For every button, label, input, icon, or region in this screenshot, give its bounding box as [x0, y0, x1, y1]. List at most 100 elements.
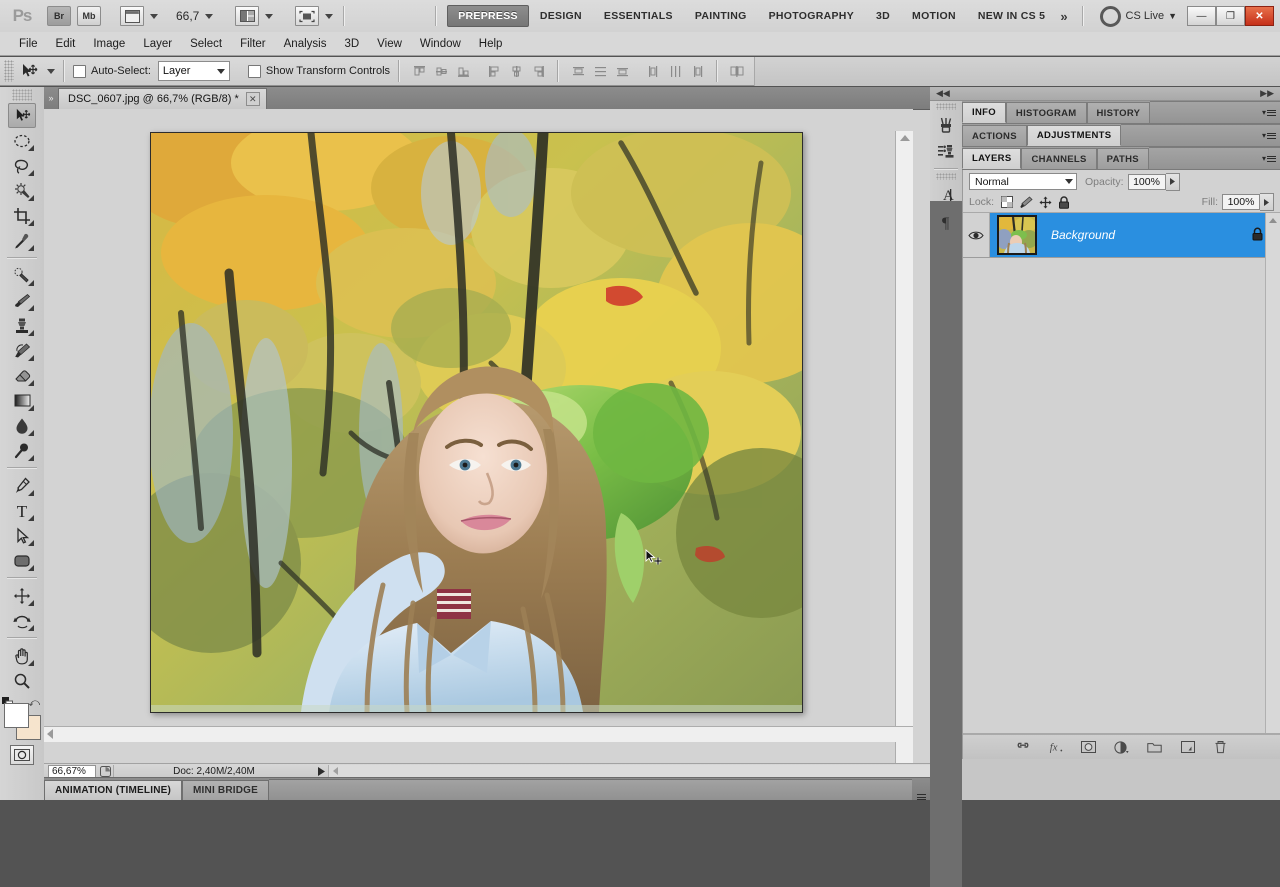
eraser-tool[interactable]	[8, 363, 36, 388]
clone-stamp-tool[interactable]	[8, 313, 36, 338]
menu-file[interactable]: File	[10, 35, 47, 53]
align-left-edges-icon[interactable]	[484, 61, 504, 81]
status-scroll-left-icon[interactable]	[333, 767, 338, 775]
tab-actions[interactable]: ACTIONS	[962, 125, 1027, 146]
layer-visibility-toggle[interactable]	[963, 213, 990, 257]
tab-histogram[interactable]: HISTOGRAM	[1005, 102, 1087, 123]
menu-select[interactable]: Select	[181, 35, 231, 53]
align-bottom-edges-icon[interactable]	[453, 61, 473, 81]
workspace-design[interactable]: DESIGN	[529, 5, 593, 27]
minimize-button[interactable]: —	[1187, 6, 1216, 26]
blur-tool[interactable]	[8, 413, 36, 438]
menu-image[interactable]: Image	[84, 35, 134, 53]
layers-list[interactable]: Background	[963, 213, 1280, 734]
image-canvas[interactable]	[150, 132, 803, 713]
lock-position-icon[interactable]	[1037, 194, 1053, 210]
workspace-new-in-cs5[interactable]: NEW IN CS 5	[967, 5, 1056, 27]
auto-align-layers-icon[interactable]	[727, 61, 747, 81]
show-transform-checkbox[interactable]	[247, 64, 261, 78]
opacity-value[interactable]: 100%	[1127, 173, 1166, 190]
scroll-left-arrow-icon[interactable]	[47, 729, 53, 739]
bottom-panel-menu-icon[interactable]	[912, 794, 930, 800]
align-right-edges-icon[interactable]	[528, 61, 548, 81]
3d-object-rotate-tool[interactable]	[8, 583, 36, 608]
tab-layers[interactable]: LAYERS	[962, 148, 1022, 169]
canvas-horizontal-scrollbar[interactable]	[44, 726, 913, 742]
fill-value[interactable]: 100%	[1222, 194, 1260, 210]
auto-select-scope-select[interactable]: Layer	[157, 61, 230, 81]
gradient-tool[interactable]	[8, 388, 36, 413]
tab-adjustments[interactable]: ADJUSTMENTS	[1026, 125, 1122, 146]
canvas-viewport[interactable]	[44, 109, 913, 778]
dodge-tool[interactable]	[8, 438, 36, 463]
distribute-top-edges-icon[interactable]	[568, 61, 588, 81]
dock-collapse-left-icon[interactable]: ◀◀	[936, 88, 950, 99]
link-layers-icon[interactable]	[1015, 739, 1031, 755]
character-panel-icon[interactable]: A	[933, 182, 959, 208]
scroll-up-arrow-icon[interactable]	[899, 135, 910, 141]
move-tool-icon[interactable]	[17, 61, 41, 81]
menu-3d[interactable]: 3D	[335, 35, 368, 53]
lock-image-pixels-icon[interactable]	[1018, 194, 1034, 210]
workspace-motion[interactable]: MOTION	[901, 5, 967, 27]
zoom-tool[interactable]	[8, 668, 36, 693]
hand-tool[interactable]	[8, 643, 36, 668]
restore-button[interactable]: ❐	[1216, 6, 1245, 26]
rounded-rectangle-tool[interactable]	[8, 548, 36, 573]
cs-live-button[interactable]: CS Live ▼	[1099, 5, 1177, 27]
spot-healing-brush-tool[interactable]	[8, 263, 36, 288]
eyedropper-tool[interactable]	[8, 228, 36, 253]
lasso-tool[interactable]	[8, 153, 36, 178]
brush-panel-icon[interactable]	[933, 112, 959, 138]
workspace-painting[interactable]: PAINTING	[684, 5, 758, 27]
tab-mini-bridge[interactable]: MINI BRIDGE	[182, 780, 270, 800]
close-button[interactable]: ✕	[1245, 6, 1274, 26]
horizontal-type-tool[interactable]: T	[8, 498, 36, 523]
tab-channels[interactable]: CHANNELS	[1021, 148, 1097, 169]
new-group-icon[interactable]	[1147, 739, 1163, 755]
workspace-essentials[interactable]: ESSENTIALS	[593, 5, 684, 27]
icon-dock-gripper[interactable]	[936, 103, 956, 110]
move-tool[interactable]	[8, 103, 36, 128]
brush-tool[interactable]	[8, 288, 36, 313]
tab-animation-timeline[interactable]: ANIMATION (TIMELINE)	[44, 780, 183, 800]
distribute-bottom-edges-icon[interactable]	[612, 61, 632, 81]
dock-expand-right-icon[interactable]: ▶▶	[1260, 88, 1274, 99]
align-vertical-centers-icon[interactable]	[431, 61, 451, 81]
layers-panel-menu-icon[interactable]: ▾	[1258, 147, 1280, 169]
add-layer-style-icon[interactable]: fx	[1048, 739, 1064, 755]
3d-camera-rotate-tool[interactable]	[8, 608, 36, 633]
delete-layer-icon[interactable]	[1213, 739, 1229, 755]
table-row[interactable]: Background	[963, 213, 1280, 733]
view-extras-caret-icon[interactable]	[150, 13, 158, 19]
tab-paths[interactable]: PATHS	[1096, 148, 1149, 169]
icon-dock-gripper-2[interactable]	[936, 173, 956, 180]
zoom-level-value[interactable]: 66,7	[176, 9, 199, 23]
swap-colors-icon[interactable]: ⤺	[28, 697, 40, 710]
lock-transparent-pixels-icon[interactable]	[999, 194, 1015, 210]
menu-edit[interactable]: Edit	[47, 35, 85, 53]
pen-tool[interactable]	[8, 473, 36, 498]
document-tab-close-icon[interactable]: ✕	[245, 92, 260, 106]
canvas-vertical-scrollbar[interactable]	[895, 131, 913, 778]
options-bar-gripper[interactable]	[4, 60, 14, 82]
status-preview-icon[interactable]	[98, 765, 113, 777]
crop-tool[interactable]	[8, 203, 36, 228]
fill-slider-arrow-icon[interactable]	[1260, 193, 1274, 211]
layer-name[interactable]: Background	[1051, 228, 1115, 242]
elliptical-marquee-tool[interactable]	[8, 128, 36, 153]
distribute-vertical-centers-icon[interactable]	[590, 61, 610, 81]
menu-layer[interactable]: Layer	[134, 35, 181, 53]
new-layer-icon[interactable]	[1180, 739, 1196, 755]
path-selection-tool[interactable]	[8, 523, 36, 548]
auto-select-checkbox[interactable]	[73, 64, 86, 78]
clone-source-panel-icon[interactable]	[933, 139, 959, 165]
menu-window[interactable]: Window	[411, 35, 470, 53]
arrange-documents-caret-icon[interactable]	[265, 13, 274, 19]
opacity-slider-arrow-icon[interactable]	[1165, 172, 1180, 191]
screen-mode-icon[interactable]	[295, 6, 320, 26]
add-layer-mask-icon[interactable]	[1081, 739, 1097, 755]
mini-bridge-button[interactable]: Mb	[77, 6, 101, 26]
history-brush-tool[interactable]	[8, 338, 36, 363]
distribute-horizontal-centers-icon[interactable]	[665, 61, 685, 81]
